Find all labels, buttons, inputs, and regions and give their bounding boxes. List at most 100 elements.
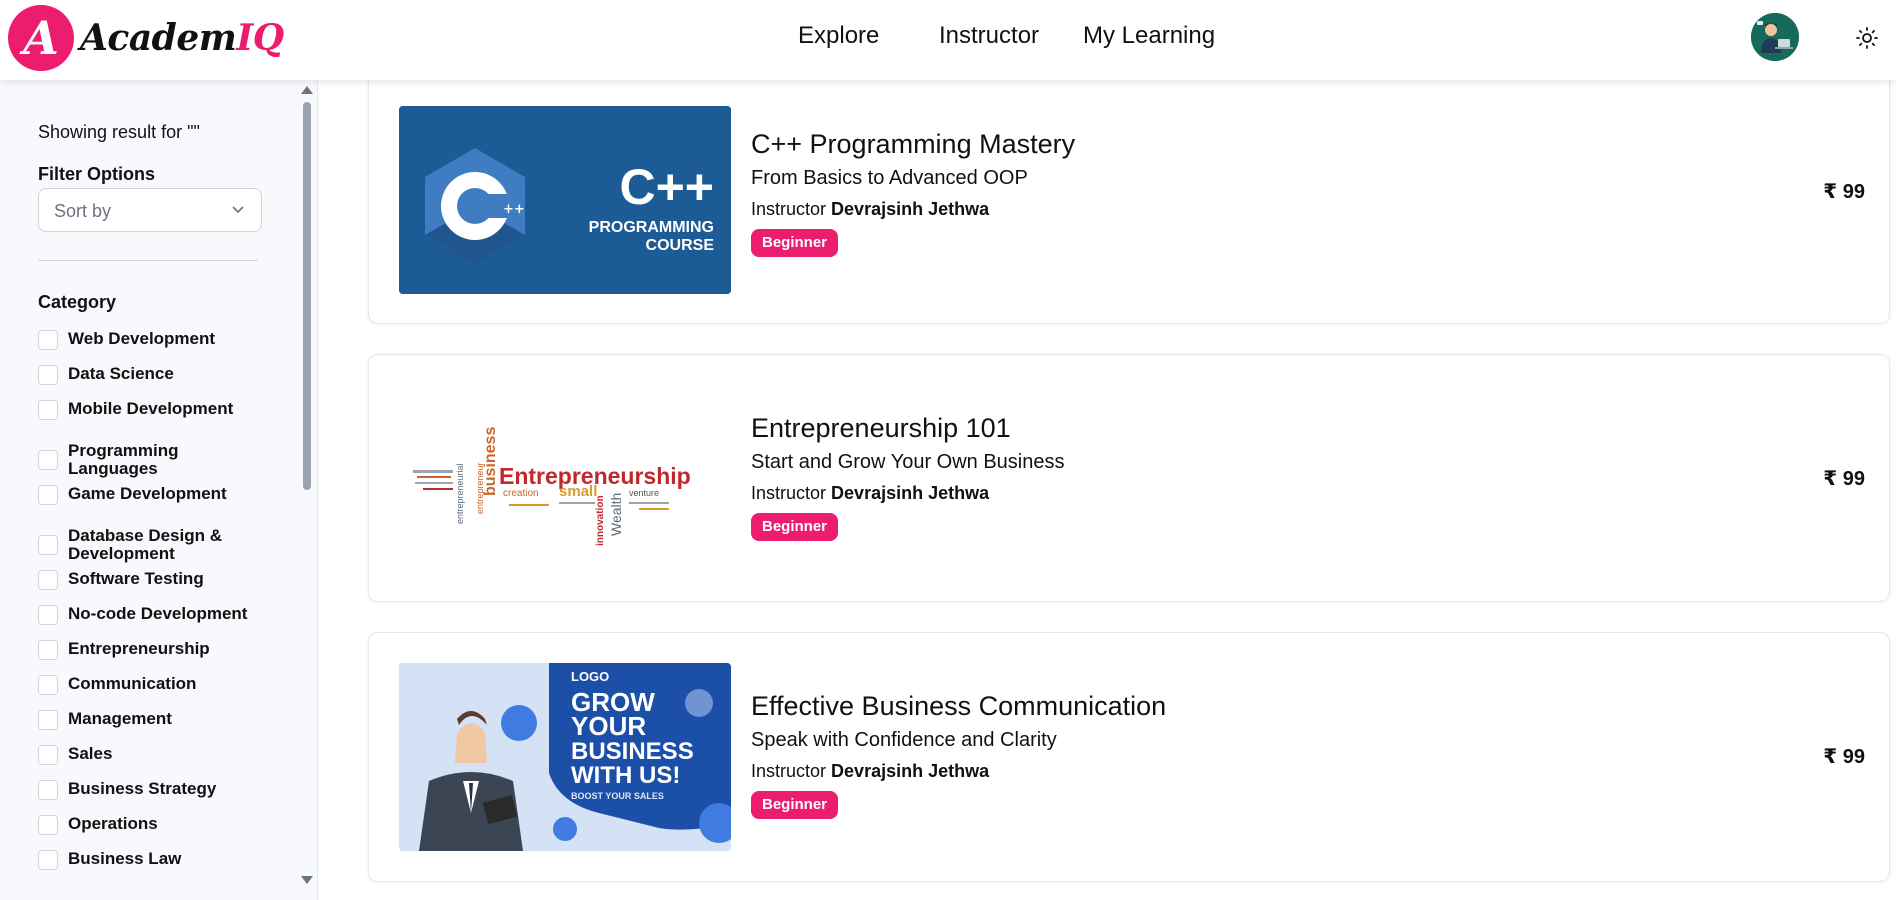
course-title[interactable]: Effective Business Communication <box>751 691 1166 722</box>
category-label: Sales <box>68 744 113 763</box>
category-label: Business Strategy <box>68 779 217 798</box>
scrollbar-thumb[interactable] <box>303 102 311 490</box>
category-checkbox[interactable] <box>38 485 58 505</box>
thumb-line: YOUR <box>571 711 646 741</box>
category-checkbox[interactable] <box>38 365 58 385</box>
thumb-line: COURSE <box>646 237 715 254</box>
category-item[interactable]: Programming Languages <box>38 442 278 478</box>
course-card[interactable]: ++ C++ PROGRAMMING COURSE C++ Programmin… <box>368 80 1890 324</box>
course-title[interactable]: Entrepreneurship 101 <box>751 413 1011 444</box>
category-item[interactable]: Management <box>38 710 278 730</box>
category-label: No-code Development <box>68 604 248 623</box>
cpp-logo-icon: ++ C++ PROGRAMMING COURSE <box>399 106 731 294</box>
nav-explore[interactable]: Explore <box>798 22 879 50</box>
thumb-line: entrepreneurial <box>455 463 465 524</box>
nav-my-learning[interactable]: My Learning <box>1083 22 1215 50</box>
category-checkbox[interactable] <box>38 710 58 730</box>
thumb-line: venture <box>629 488 659 498</box>
course-instructor: Instructor Devrajsinh Jethwa <box>751 199 989 220</box>
course-price: ₹ 99 <box>1823 181 1865 203</box>
thumb-line: Wealth <box>608 493 624 536</box>
category-checkbox[interactable] <box>38 780 58 800</box>
sort-by-placeholder: Sort by <box>54 201 112 221</box>
category-checkbox[interactable] <box>38 850 58 870</box>
avatar-illustration-icon <box>1751 13 1799 61</box>
category-label: Programming Languages <box>68 441 179 478</box>
category-label: Data Science <box>68 364 174 383</box>
logo-name-main: Academ <box>80 17 237 59</box>
thumb-line: LOGO <box>571 669 609 684</box>
logo-text: AcademIQ <box>80 17 284 59</box>
category-item[interactable]: Mobile Development <box>38 400 278 420</box>
category-item[interactable]: Software Testing <box>38 570 278 590</box>
category-checkbox[interactable] <box>38 605 58 625</box>
logo-mark: A <box>8 5 74 71</box>
course-card[interactable]: LOGO GROW YOUR BUSINESS WITH US! BOOST Y… <box>368 632 1890 882</box>
logo-name-accent: IQ <box>236 17 284 59</box>
category-label: Entrepreneurship <box>68 639 210 658</box>
user-avatar[interactable] <box>1751 13 1799 61</box>
category-item[interactable]: Game Development <box>38 485 278 505</box>
category-label: Game Development <box>68 484 227 503</box>
chevron-down-icon <box>232 206 244 214</box>
thumb-line: BUSINESS <box>571 738 694 765</box>
category-item[interactable]: No-code Development <box>38 605 278 625</box>
course-subtitle: From Basics to Advanced OOP <box>751 167 1028 189</box>
nav-instructor[interactable]: Instructor <box>939 22 1039 50</box>
category-checkbox[interactable] <box>38 400 58 420</box>
course-title[interactable]: C++ Programming Mastery <box>751 129 1075 160</box>
category-checkbox[interactable] <box>38 535 58 555</box>
category-item[interactable]: Operations <box>38 815 278 835</box>
course-instructor: Instructor Devrajsinh Jethwa <box>751 483 989 504</box>
word-cloud-icon: Entrepreneurship business small creation… <box>399 384 731 572</box>
scroll-down-arrow-icon[interactable] <box>301 876 313 884</box>
category-checkbox[interactable] <box>38 570 58 590</box>
course-card[interactable]: Entrepreneurship business small creation… <box>368 354 1890 602</box>
category-item[interactable]: Web Development <box>38 330 278 350</box>
thumb-line: PROGRAMMING <box>589 219 714 236</box>
category-label: Business Law <box>68 849 182 868</box>
category-checkbox[interactable] <box>38 675 58 695</box>
sidebar-divider <box>38 260 258 261</box>
category-title: Category <box>38 292 117 312</box>
course-thumbnail[interactable]: Entrepreneurship business small creation… <box>399 384 731 572</box>
scroll-up-arrow-icon[interactable] <box>301 86 313 94</box>
instructor-name: Devrajsinh Jethwa <box>831 483 990 503</box>
category-label: Software Testing <box>68 569 204 588</box>
level-badge: Beginner <box>751 791 839 819</box>
category-label: Management <box>68 709 172 728</box>
course-price: ₹ 99 <box>1823 468 1865 490</box>
category-item[interactable]: Business Law <box>38 850 278 870</box>
thumb-line: small <box>559 483 597 500</box>
instructor-label: Instructor <box>751 761 827 781</box>
course-thumbnail[interactable]: LOGO GROW YOUR BUSINESS WITH US! BOOST Y… <box>399 663 731 851</box>
category-item[interactable]: Data Science <box>38 365 278 385</box>
course-subtitle: Start and Grow Your Own Business <box>751 451 1065 473</box>
category-checkbox[interactable] <box>38 745 58 765</box>
thumb-line: BOOST YOUR SALES <box>571 791 664 801</box>
course-thumbnail[interactable]: ++ C++ PROGRAMMING COURSE <box>399 106 731 294</box>
category-checkbox[interactable] <box>38 330 58 350</box>
category-item[interactable]: Database Design & Development <box>38 527 278 563</box>
category-item[interactable]: Business Strategy <box>38 780 278 800</box>
brand-logo[interactable]: A AcademIQ <box>8 5 284 71</box>
category-item[interactable]: Communication <box>38 675 278 695</box>
instructor-label: Instructor <box>751 483 827 503</box>
category-label: Operations <box>68 814 158 833</box>
filter-sidebar: Showing result for "" Filter Options Sor… <box>0 80 318 900</box>
sort-by-select[interactable]: Sort by <box>38 188 262 232</box>
category-checkbox[interactable] <box>38 640 58 660</box>
level-badge: Beginner <box>751 229 839 257</box>
thumb-line: entrepreneur <box>475 462 485 514</box>
category-label: Database Design & Development <box>68 526 222 563</box>
sun-icon[interactable] <box>1855 26 1879 50</box>
category-item[interactable]: Sales <box>38 745 278 765</box>
thumb-line: innovation <box>595 495 606 546</box>
category-checkbox[interactable] <box>38 815 58 835</box>
instructor-label: Instructor <box>751 199 827 219</box>
sidebar-scrollbar[interactable] <box>298 80 314 900</box>
level-badge: Beginner <box>751 513 839 541</box>
category-label: Web Development <box>68 329 216 348</box>
category-checkbox[interactable] <box>38 450 58 470</box>
category-item[interactable]: Entrepreneurship <box>38 640 278 660</box>
